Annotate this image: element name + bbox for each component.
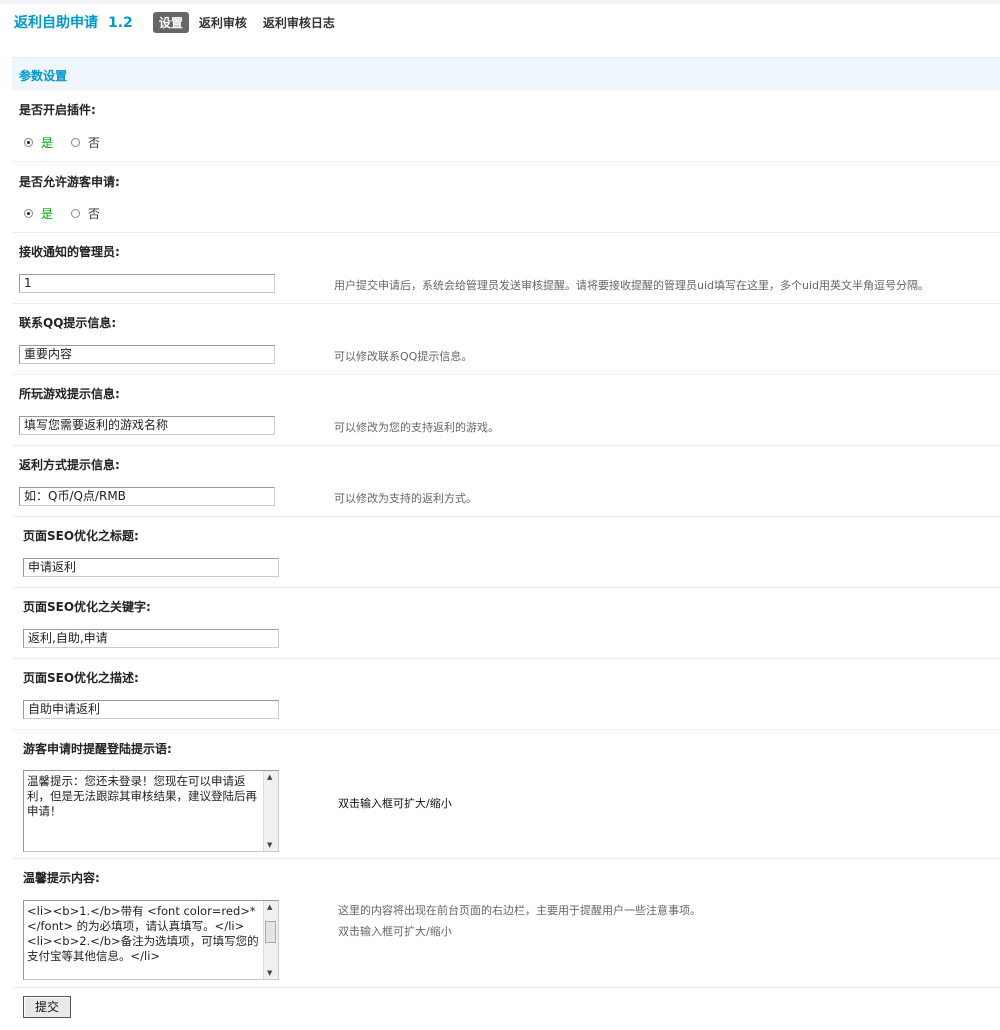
tab-rebate-review[interactable]: 返利审核	[193, 12, 253, 33]
guest-login-prompt-textarea[interactable]: 温馨提示：您还未登录！您现在可以申请返利，但是无法跟踪其审核结果，建议登陆后再申…	[23, 770, 279, 852]
enable-plugin-label: 是否开启插件:	[19, 103, 96, 117]
guest-login-prompt-text: 温馨提示：您还未登录！您现在可以申请返利，但是无法跟踪其审核结果，建议登陆后再申…	[27, 774, 257, 818]
scrollbar[interactable]: ▲ ▼	[263, 771, 278, 851]
app-title-text: 返利自助申请	[14, 15, 98, 31]
allow-guest-yes-radio[interactable]	[24, 209, 33, 218]
qq-tip-hint: 可以修改联系QQ提示信息。	[334, 350, 473, 363]
allow-guest-no-radio[interactable]	[71, 209, 81, 218]
game-tip-hint: 可以修改为您的支持返利的游戏。	[334, 421, 499, 434]
enable-plugin-no-radio[interactable]	[71, 138, 81, 147]
divider	[12, 658, 1000, 659]
enable-plugin-no-label[interactable]: 否	[88, 134, 100, 151]
divider	[12, 303, 1000, 304]
scrollbar[interactable]: ▲ ▼	[263, 901, 278, 979]
method-tip-hint: 可以修改为支持的返利方式。	[334, 492, 477, 505]
divider	[12, 987, 1000, 988]
enable-plugin-yes-radio[interactable]	[24, 138, 33, 147]
allow-guest-label: 是否允许游客申请:	[19, 175, 120, 189]
notify-admin-hint: 用户提交申请后，系统会给管理员发送审核提醒。请将要接收提醒的管理员uid填写在这…	[334, 279, 930, 292]
allow-guest-yes-label[interactable]: 是	[41, 205, 53, 222]
tab-review-log[interactable]: 返利审核日志	[257, 12, 341, 33]
seo-title-input[interactable]: 申请返利	[23, 558, 279, 577]
qq-tip-label: 联系QQ提示信息:	[19, 316, 117, 330]
guest-login-prompt-hint: 双击输入框可扩大/缩小	[338, 797, 452, 810]
scroll-down-arrow-icon[interactable]: ▼	[267, 969, 272, 977]
scroll-thumb[interactable]	[265, 921, 276, 943]
section-header: 参数设置	[12, 57, 1000, 90]
app-title: 返利自助申请 1.2	[14, 12, 133, 32]
allow-guest-radios: 是 否	[24, 205, 100, 222]
game-tip-input[interactable]: 填写您需要返利的游戏名称	[19, 416, 275, 435]
divider	[12, 445, 1000, 446]
warm-tip-text: <li><b>1.</b>带有 <font color=red>*</font>…	[27, 904, 259, 963]
tab-settings[interactable]: 设置	[152, 11, 189, 33]
app-version: 1.2	[108, 15, 133, 31]
seo-description-input[interactable]: 自助申请返利	[23, 700, 279, 719]
guest-login-prompt-label: 游客申请时提醒登陆提示语:	[23, 742, 172, 756]
seo-description-label: 页面SEO优化之描述:	[23, 671, 139, 685]
scroll-up-arrow-icon[interactable]: ▲	[267, 773, 272, 781]
divider	[12, 516, 1000, 517]
submit-button[interactable]: 提交	[23, 996, 71, 1018]
enable-plugin-radios: 是 否	[24, 134, 100, 151]
qq-tip-input[interactable]: 重要内容	[19, 345, 275, 364]
warm-tip-textarea[interactable]: <li><b>1.</b>带有 <font color=red>*</font>…	[23, 900, 279, 980]
divider	[12, 587, 1000, 588]
notify-admin-label: 接收通知的管理员:	[19, 245, 120, 259]
enable-plugin-yes-label[interactable]: 是	[41, 134, 53, 151]
divider	[12, 729, 1000, 730]
seo-keywords-label: 页面SEO优化之关键字:	[23, 600, 151, 614]
divider	[12, 858, 1000, 859]
allow-guest-no-label[interactable]: 否	[88, 205, 100, 222]
top-strip	[0, 0, 1000, 4]
method-tip-input[interactable]: 如：Q币/Q点/RMB	[19, 487, 275, 506]
notify-admin-input[interactable]: 1	[19, 274, 275, 293]
seo-keywords-input[interactable]: 返利,自助,申请	[23, 629, 279, 648]
warm-tip-hint: 这里的内容将出现在前台页面的右边栏，主要用于提醒用户一些注意事项。	[338, 904, 701, 917]
game-tip-label: 所玩游戏提示信息:	[19, 387, 120, 401]
scroll-down-arrow-icon[interactable]: ▼	[267, 841, 272, 849]
warm-tip-label: 温馨提示内容:	[23, 871, 100, 885]
divider	[12, 161, 1000, 162]
divider	[12, 232, 1000, 233]
page-header: 返利自助申请 1.2 设置 返利审核 返利审核日志	[14, 10, 345, 34]
seo-title-label: 页面SEO优化之标题:	[23, 529, 139, 543]
divider	[12, 374, 1000, 375]
scroll-up-arrow-icon[interactable]: ▲	[267, 903, 272, 911]
section-title: 参数设置	[19, 69, 68, 83]
method-tip-label: 返利方式提示信息:	[19, 458, 120, 472]
warm-tip-hint-expand: 双击输入框可扩大/缩小	[338, 925, 452, 938]
